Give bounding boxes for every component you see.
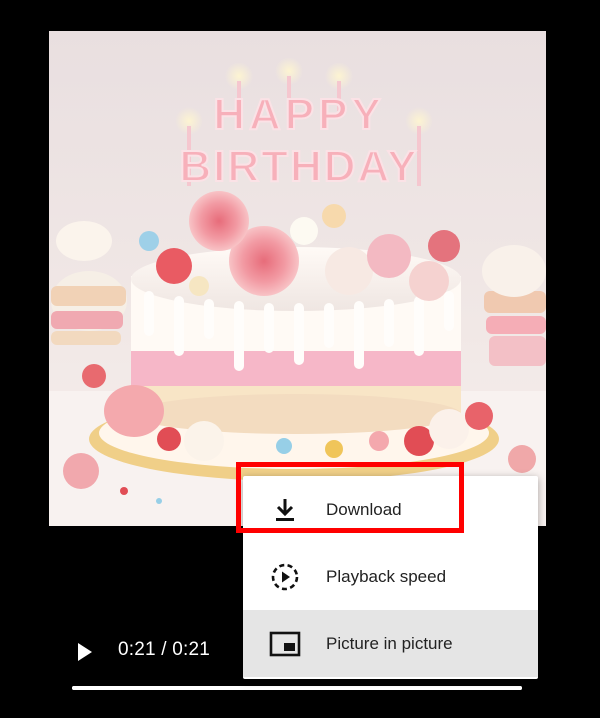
- menu-item-download[interactable]: Download: [243, 476, 538, 543]
- video-player: HAPPY BIRTHDAY 0:21 / 0:21 Download Play…: [0, 0, 600, 718]
- progress-bar[interactable]: [72, 686, 522, 690]
- time-display: 0:21 / 0:21: [118, 639, 210, 660]
- download-icon: [267, 492, 303, 528]
- menu-item-picture-in-picture[interactable]: Picture in picture: [243, 610, 538, 677]
- playback-speed-icon: [267, 559, 303, 595]
- cake-topper-text-birthday: BIRTHDAY: [179, 142, 418, 191]
- overflow-menu: Download Playback speed Picture in pictu…: [243, 476, 538, 679]
- video-frame[interactable]: HAPPY BIRTHDAY: [49, 31, 546, 526]
- menu-item-label: Download: [326, 499, 402, 519]
- play-button[interactable]: [72, 640, 98, 664]
- cake-topper-text-happy: HAPPY: [213, 90, 385, 139]
- menu-item-playback-speed[interactable]: Playback speed: [243, 543, 538, 610]
- progress-fill: [72, 686, 522, 690]
- menu-item-label: Picture in picture: [326, 633, 453, 653]
- play-icon: [78, 643, 92, 661]
- picture-in-picture-icon: [267, 626, 303, 662]
- birthday-cake-image: HAPPY BIRTHDAY: [49, 31, 546, 526]
- menu-item-label: Playback speed: [326, 566, 447, 586]
